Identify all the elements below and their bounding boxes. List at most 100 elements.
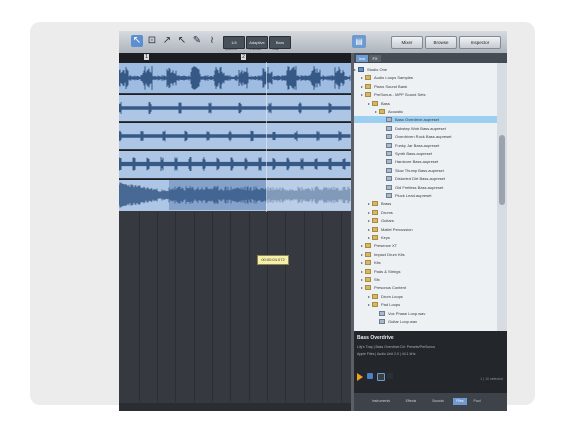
daw-window: ↖ ⊡ ↗ ↖ ✎ ≀ 1/4 Quantize Adaptive Timebase Ba…: [119, 31, 507, 411]
folder-icon: [365, 243, 371, 249]
tree-item-label: Drum Loops: [381, 293, 403, 299]
tree-item-label: Drums: [381, 209, 393, 215]
tree-folder-item[interactable]: ▸ Audio Loops Samples: [354, 74, 497, 81]
tree-folder-item[interactable]: ▸ Pad Loops: [354, 301, 497, 308]
split-tool-icon[interactable]: ↗: [161, 35, 173, 47]
lane-separator: [119, 122, 351, 123]
tempo-icon[interactable]: [377, 373, 385, 381]
browser-bottom-tabs: Instruments Effects Sounds Files Pool: [354, 393, 507, 411]
tree-file-item[interactable]: Synth Bass.aupreset: [354, 150, 497, 157]
tree-folder-item[interactable]: ▸ Presonus Content: [354, 284, 497, 291]
timeline-ruler[interactable]: 1 2: [119, 53, 351, 62]
folder-icon: [365, 92, 371, 98]
tree-folder-item[interactable]: ▸ Studio One: [354, 66, 497, 73]
tab-files[interactable]: Files: [453, 398, 467, 405]
tree-folder-item[interactable]: ▸ Keys: [354, 234, 497, 241]
inspector-button[interactable]: Inspector: [459, 36, 501, 49]
lane-separator: [119, 94, 351, 95]
tree-folder-item[interactable]: ▸ Impact Drum Kits: [354, 251, 497, 258]
draw-tool-icon[interactable]: ✎: [191, 35, 203, 47]
tree-file-item[interactable]: Funky Jar Bass.aupreset: [354, 142, 497, 149]
tracks-canvas[interactable]: [119, 62, 351, 411]
snap-caption: Snap: [272, 47, 280, 51]
range-tool-icon[interactable]: ⊡: [146, 35, 158, 47]
tab-inst[interactable]: Inst: [356, 55, 368, 62]
tree-item-label: Pad Loops: [381, 302, 401, 308]
tree-file-item[interactable]: Old Fretless Bass.aupreset: [354, 184, 497, 191]
tree-file-item[interactable]: Guitar Loop.wav: [354, 318, 497, 325]
browse-button[interactable]: Browse: [425, 36, 457, 49]
preview-title: Bass Overdrive: [357, 335, 394, 341]
mute-tool-icon[interactable]: ≀: [206, 35, 218, 47]
tab-pool[interactable]: Pool: [470, 398, 484, 405]
preview-line-2: Apple Files | Audio Unit 2.0 | 44.1 kHz: [357, 352, 416, 356]
tree-folder-item[interactable]: ▸ Kits: [354, 259, 497, 266]
tab-effects[interactable]: Effects: [399, 398, 423, 405]
folder-icon: [372, 201, 378, 207]
tree-item-label: PreSonus - MPP Sound Sets: [374, 92, 426, 98]
tree-folder-item[interactable]: ▸ Brass: [354, 200, 497, 207]
lane-separator: [119, 179, 351, 180]
grid-line: [230, 212, 231, 402]
tree-item-label: Keys: [381, 235, 390, 240]
timebase-caption: Timebase: [248, 47, 262, 51]
tree-file-item[interactable]: Hardcore Bass.aupreset: [354, 158, 497, 165]
play-preview-icon[interactable]: [357, 373, 363, 381]
tree-folder-item[interactable]: ▸ Guitars: [354, 217, 497, 224]
audio-event-region: [169, 180, 266, 210]
tree-file-item[interactable]: Overdriven Rock Bass.aupreset: [354, 133, 497, 140]
file-icon: [379, 319, 385, 324]
tree-folder-item[interactable]: ▸ Piano Sound Bank: [354, 83, 497, 90]
marker-2[interactable]: 2: [241, 54, 246, 60]
tree-folder-item[interactable]: ▸ Pads & Strings: [354, 268, 497, 275]
browser-toggle-icon[interactable]: ▤: [352, 35, 366, 48]
browser-scrollbar[interactable]: [497, 63, 507, 331]
folder-icon: [379, 109, 385, 114]
tree-file-item[interactable]: Vox Phase Loop.wav: [354, 310, 497, 317]
arrange-view[interactable]: 1 2 00:00:04.072: [119, 53, 351, 411]
folder-icon: [365, 251, 371, 257]
tree-folder-item[interactable]: ▸ Presence XT: [354, 242, 497, 249]
tree-folder-item[interactable]: ▸ Bass: [354, 100, 497, 107]
tree-folder-item[interactable]: ▸ Mallet Percussion: [354, 226, 497, 233]
grid-line: [175, 212, 176, 402]
loop-icon[interactable]: [367, 373, 373, 379]
tab-fx[interactable]: FX: [369, 55, 381, 62]
marker-1[interactable]: 1: [144, 54, 149, 60]
selection-count: 1 | 10 selected: [480, 377, 503, 381]
folder-icon: [365, 75, 371, 81]
tree-file-item[interactable]: Pluck Lead.aupreset: [354, 192, 497, 199]
tree-folder-item[interactable]: ▸ Drum Loops: [354, 293, 497, 300]
file-icon: [386, 193, 392, 198]
tree-file-item[interactable]: Dubstep Wob Bass.aupreset: [354, 125, 497, 132]
mixer-button[interactable]: Mixer: [391, 36, 423, 49]
tree-folder-item[interactable]: ▸ PreSonus - MPP Sound Sets: [354, 91, 497, 98]
folder-icon: [365, 277, 371, 282]
folder-icon: [372, 218, 378, 224]
tab-instruments[interactable]: Instruments: [366, 398, 396, 405]
tree-item-label: Presonus Content: [374, 285, 407, 291]
tree-folder-item[interactable]: ▸ Sfx: [354, 276, 497, 283]
tree-folder-item[interactable]: ▸ Acoustic: [354, 108, 497, 115]
grid-line: [212, 212, 213, 402]
folder-icon: [372, 302, 378, 308]
playhead: [266, 62, 267, 212]
folder-icon: [372, 100, 378, 106]
tree-file-item[interactable]: Slow Thump Bass.aupreset: [354, 167, 497, 174]
browser-tree: ▸ Studio One ▸ Audio Loops Samples ▸ Piano So…: [354, 63, 497, 331]
horizontal-scrollbar[interactable]: [119, 403, 351, 411]
volume-icon[interactable]: [387, 373, 393, 379]
tree-folder-item[interactable]: ▸ Drums: [354, 209, 497, 216]
file-icon: [386, 142, 392, 148]
folder-icon: [365, 285, 371, 291]
tree-file-item[interactable]: Bass Overdrive.aupreset: [354, 116, 497, 124]
tree-item-label: Synth Bass.aupreset: [395, 151, 432, 156]
tab-sounds[interactable]: Sounds: [426, 398, 450, 405]
erase-tool-icon[interactable]: ↖: [176, 35, 188, 47]
arrow-tool-icon[interactable]: ↖: [131, 35, 143, 47]
tree-item-label: Distorted Dirt Bass.aupreset: [395, 176, 446, 182]
tree-file-item[interactable]: Distorted Dirt Bass.aupreset: [354, 175, 497, 182]
grid-line: [341, 212, 342, 402]
browser-panel: Inst FX ▸ Studio One ▸ Audio Loops Samples ▸…: [354, 53, 507, 411]
browser-scroll-thumb[interactable]: [499, 135, 505, 205]
